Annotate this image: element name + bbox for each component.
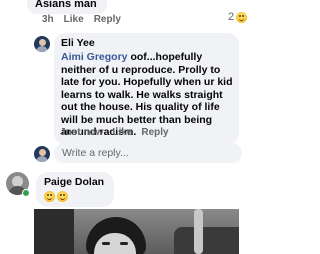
- previous-comment-reply-link[interactable]: Reply: [94, 14, 121, 25]
- reply-time[interactable]: Just now: [60, 127, 103, 138]
- reply-comment-text: Aimi Gregory oof...hopefully neither of …: [61, 51, 233, 139]
- previous-comment-bubble: Asians man: [27, 0, 107, 14]
- haha-emoji-icon: [236, 11, 248, 23]
- laughing-emoji-icon: [57, 191, 68, 202]
- previous-comment-actions: 3h Like Reply: [42, 14, 121, 25]
- previous-comment-reactions[interactable]: 2: [228, 11, 248, 23]
- attached-photo[interactable]: [34, 209, 239, 254]
- next-comment-bubble: Paige Dolan: [36, 172, 115, 207]
- reply-author-avatar[interactable]: [34, 36, 50, 52]
- reply-reply-link[interactable]: Reply: [141, 127, 168, 138]
- reply-comment-body: oof...hopefully neither of u reproduce. …: [61, 51, 233, 138]
- previous-comment-time[interactable]: 3h: [42, 14, 54, 25]
- reaction-count: 2: [228, 11, 235, 23]
- next-comment-emojis: [44, 191, 104, 202]
- write-reply-input[interactable]: [54, 143, 242, 163]
- online-status-icon: [22, 189, 30, 197]
- previous-comment-text: Asians man: [35, 0, 97, 10]
- next-comment-author-name[interactable]: Paige Dolan: [44, 176, 104, 189]
- mention-link[interactable]: Aimi Gregory: [61, 51, 128, 63]
- reply-actions: Just now Like Reply: [60, 127, 169, 138]
- previous-comment-like-link[interactable]: Like: [64, 14, 84, 25]
- reply-author-name[interactable]: Eli Yee: [61, 37, 233, 50]
- laughing-emoji-icon: [44, 191, 55, 202]
- current-user-avatar: [34, 146, 50, 162]
- reply-like-link[interactable]: Like: [112, 127, 132, 138]
